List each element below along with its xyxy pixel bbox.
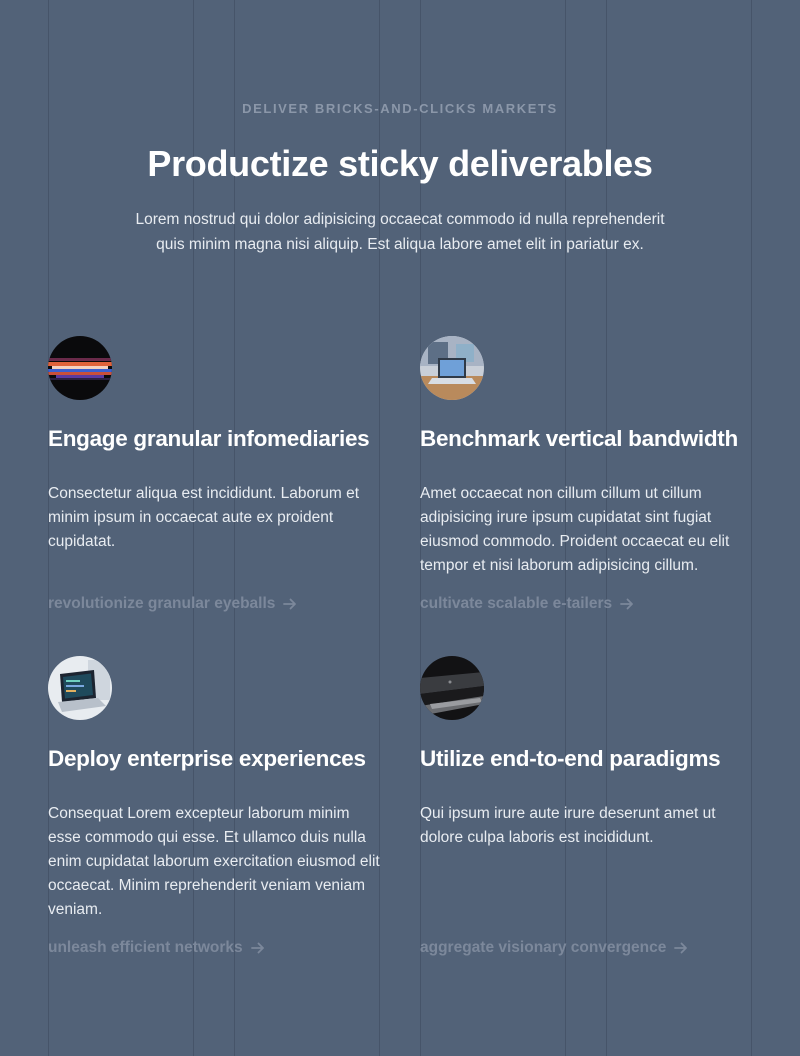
feature-description: Consequat Lorem excepteur laborum minim … xyxy=(48,805,380,918)
feature-description: Amet occaecat non cillum cillum ut cillu… xyxy=(420,485,730,574)
arrow-right-icon xyxy=(620,598,634,610)
feature-description: Qui ipsum irure aute irure deserunt amet… xyxy=(420,805,716,846)
feature-title: Engage granular infomediaries xyxy=(48,426,370,451)
feature-link[interactable]: cultivate scalable e-tailers xyxy=(420,595,634,613)
feature-link[interactable]: revolutionize granular eyeballs xyxy=(48,595,297,613)
feature-link-label: revolutionize granular eyeballs xyxy=(48,595,276,612)
feature-link-label: aggregate visionary convergence xyxy=(420,939,667,956)
feature-title: Utilize end-to-end paradigms xyxy=(420,746,721,771)
laptop-desk-image-icon xyxy=(420,336,484,400)
arrow-right-icon xyxy=(283,598,297,610)
feature-title: Deploy enterprise experiences xyxy=(48,746,366,771)
feature-description: Consectetur aliqua est incididunt. Labor… xyxy=(48,485,360,550)
feature-link-label: unleash efficient networks xyxy=(48,939,243,956)
feature-link-label: cultivate scalable e-tailers xyxy=(420,595,613,612)
arrow-right-icon xyxy=(250,942,264,954)
arrow-right-icon xyxy=(674,942,688,954)
light-streaks-image-icon xyxy=(48,336,112,400)
feature-link[interactable]: unleash efficient networks xyxy=(48,939,265,957)
section-eyebrow: DELIVER BRICKS-AND-CLICKS MARKETS xyxy=(242,101,558,116)
feature-title: Benchmark vertical bandwidth xyxy=(420,426,738,451)
dark-laptop-image-icon xyxy=(420,656,484,720)
laptop-code-image-icon xyxy=(48,656,112,720)
section-title: Productize sticky deliverables xyxy=(147,143,653,184)
section-intro: Lorem nostrud qui dolor adipisicing occa… xyxy=(135,211,665,253)
features-section: DELIVER BRICKS-AND-CLICKS MARKETS Produc… xyxy=(0,0,800,1056)
feature-link[interactable]: aggregate visionary convergence xyxy=(420,939,688,957)
